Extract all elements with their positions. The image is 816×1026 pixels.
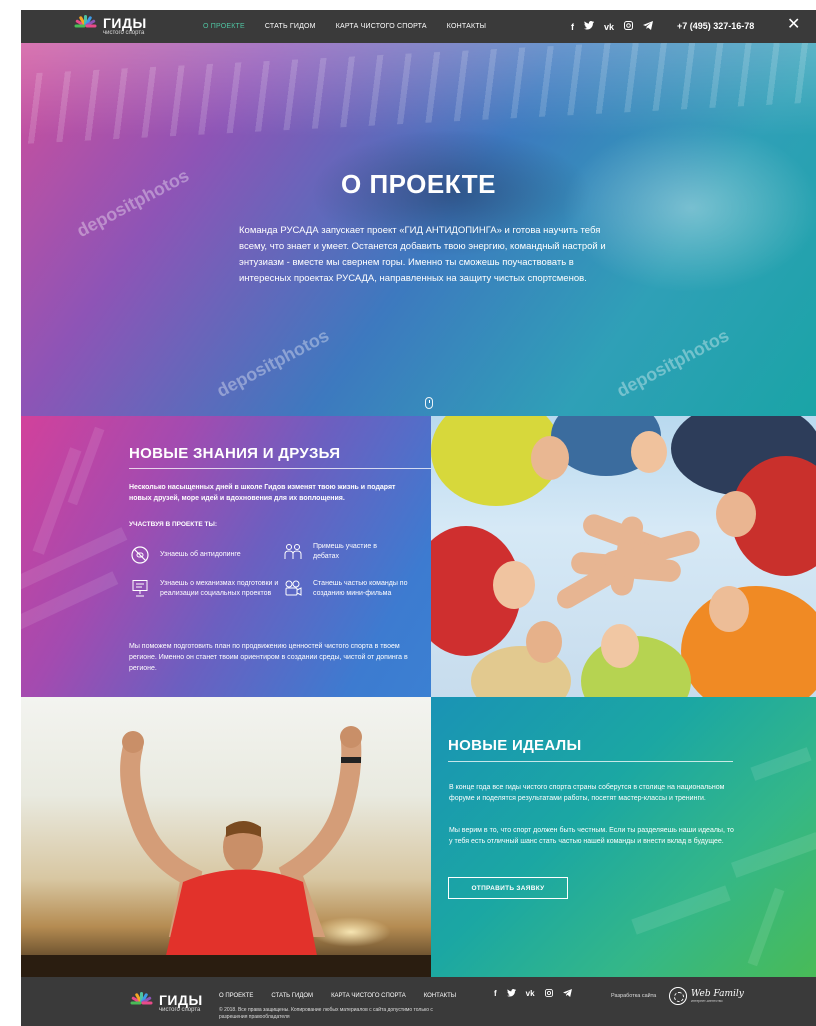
debate-icon (284, 542, 302, 560)
hero-text: Команда РУСАДА запускает проект «ГИД АНТ… (239, 225, 606, 284)
face (601, 624, 639, 668)
facebook-icon[interactable]: f (571, 22, 574, 32)
feature-text: Станешь частью команды по созданию мини-… (313, 580, 408, 597)
facebook-icon[interactable]: f (494, 989, 497, 999)
decor-stripe (730, 832, 816, 878)
developer-subtitle: интернет-агентство (691, 999, 723, 1003)
feature-item: Примешь участие в дебатах (284, 542, 394, 562)
feature-text: Примешь участие в дебатах (313, 543, 377, 560)
divider (448, 761, 733, 762)
footer-nav-about[interactable]: О ПРОЕКТЕ (219, 993, 253, 999)
section-title: НОВЫЕ ИДЕАЛЫ (448, 737, 582, 754)
telegram-icon[interactable] (562, 989, 572, 999)
main-nav: О ПРОЕКТЕ СТАТЬ ГИДОМ КАРТА ЧИСТОГО СПОР… (203, 10, 486, 43)
divider (129, 468, 431, 469)
feature-item: Узнаешь о механизмах подготовки и реализ… (131, 579, 286, 599)
vk-icon[interactable]: vk (604, 22, 614, 32)
page: ГИДЫ чистого спорта О ПРОЕКТЕ СТАТЬ ГИДО… (21, 10, 816, 1026)
friends-photo (431, 416, 816, 697)
decor-stripe (747, 887, 785, 967)
face (716, 491, 756, 537)
presentation-icon (131, 579, 149, 597)
vk-icon[interactable]: vk (526, 989, 535, 999)
logo-burst-icon (129, 991, 155, 1015)
scroll-down-icon[interactable] (425, 397, 433, 409)
instagram-icon[interactable] (544, 989, 553, 999)
developer-name: Web Family (691, 989, 744, 999)
feature-item: Узнаешь об антидопинге (131, 546, 281, 564)
copyright: © 2018. Все права защищены. Копирование … (219, 1007, 433, 1020)
logo-burst-icon (73, 14, 99, 38)
nav-become-guide[interactable]: СТАТЬ ГИДОМ (265, 23, 316, 30)
decor-stripe (631, 885, 731, 935)
watermark: depositphotos (613, 325, 733, 401)
film-team-icon (284, 579, 302, 597)
victory-photo (21, 697, 431, 977)
section-title: НОВЫЕ ЗНАНИЯ И ДРУЗЬЯ (129, 445, 341, 462)
athlete-figure (21, 726, 431, 977)
hero-title: О ПРОЕКТЕ (341, 169, 496, 199)
social-links: f vk (571, 10, 654, 43)
close-icon[interactable]: ✕ (787, 17, 800, 33)
nav-contacts[interactable]: КОНТАКТЫ (447, 23, 486, 30)
site-footer: ГИДЫ чистого спорта О ПРОЕКТЕ СТАТЬ ГИДО… (21, 977, 816, 1026)
instagram-icon[interactable] (624, 21, 634, 32)
footer-nav-clean-sport-map[interactable]: КАРТА ЧИСТОГО СПОРТА (331, 993, 406, 999)
footer-nav-become-guide[interactable]: СТАТЬ ГИДОМ (271, 993, 313, 999)
feature-text: Узнаешь об антидопинге (160, 551, 241, 558)
hero-section: depositphotos depositphotos depositphoto… (21, 43, 816, 416)
phone-number[interactable]: +7 (495) 327-16-78 (677, 21, 754, 31)
section-footer-text: Мы поможем подготовить план по продвижен… (129, 643, 408, 672)
knowledge-section: НОВЫЕ ЗНАНИЯ И ДРУЗЬЯ Несколько насыщенн… (21, 416, 431, 697)
footer-logo[interactable]: ГИДЫ чистого спорта (129, 991, 203, 1015)
site-header: ГИДЫ чистого спорта О ПРОЕКТЕ СТАТЬ ГИДО… (21, 10, 816, 43)
developer-label: Разработка сайта (611, 993, 657, 999)
person-shirt (681, 586, 816, 697)
web-family-logo-icon (669, 987, 687, 1005)
footer-nav: О ПРОЕКТЕ СТАТЬ ГИДОМ КАРТА ЧИСТОГО СПОР… (219, 993, 456, 999)
footer-nav-contacts[interactable]: КОНТАКТЫ (424, 993, 456, 999)
twitter-icon[interactable] (584, 21, 594, 32)
feature-item: Станешь частью команды по созданию мини-… (284, 579, 424, 599)
watermark: depositphotos (213, 325, 333, 401)
decor-stripe (750, 747, 812, 781)
face (531, 436, 569, 480)
nav-clean-sport-map[interactable]: КАРТА ЧИСТОГО СПОРТА (336, 23, 427, 30)
section-paragraph: Мы верим в то, что спорт должен быть чес… (449, 827, 734, 845)
nav-about[interactable]: О ПРОЕКТЕ (203, 23, 245, 30)
logo-title: ГИДЫ (159, 992, 203, 1008)
logo[interactable]: ГИДЫ чистого спорта (73, 14, 147, 38)
developer-logo[interactable]: Web Family интернет-агентство (669, 987, 744, 1005)
face (526, 621, 562, 663)
logo-title: ГИДЫ (103, 15, 147, 31)
section-paragraph: В конце года все гиды чистого спорта стр… (449, 784, 725, 802)
footer-social-links: f vk (494, 989, 572, 999)
no-drugs-icon (131, 546, 149, 564)
ideals-section: НОВЫЕ ИДЕАЛЫ В конце года все гиды чисто… (431, 697, 816, 977)
logo-subtitle: чистого спорта (159, 1007, 201, 1013)
logo-subtitle: чистого спорта (103, 30, 145, 36)
face (709, 586, 749, 632)
face (493, 561, 535, 609)
features-heading: УЧАСТВУЯ В ПРОЕКТЕ ТЫ: (129, 521, 218, 528)
submit-application-button[interactable]: ОТПРАВИТЬ ЗАЯВКУ (448, 877, 568, 899)
feature-text: Узнаешь о механизмах подготовки и реализ… (160, 580, 279, 597)
telegram-icon[interactable] (643, 21, 654, 32)
face (631, 431, 667, 473)
section-lead: Несколько насыщенных дней в школе Гидов … (129, 484, 396, 502)
twitter-icon[interactable] (506, 989, 516, 999)
